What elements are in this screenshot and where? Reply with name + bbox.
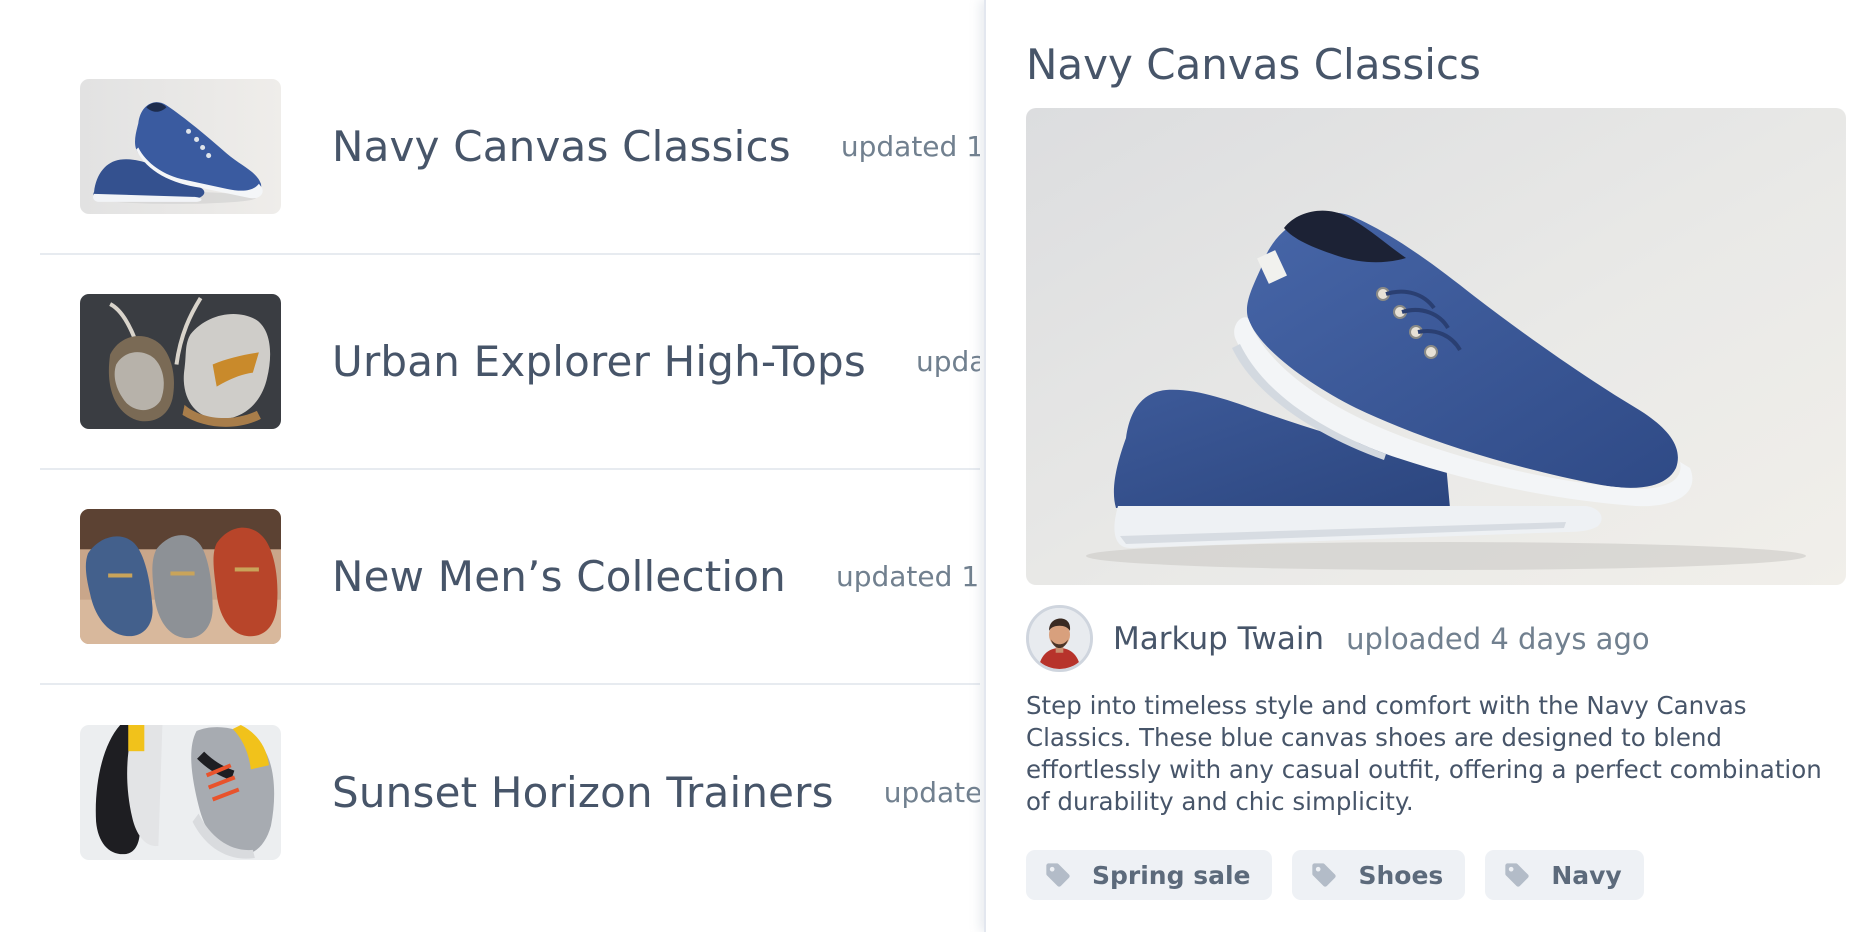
navy-shoe-thumbnail	[80, 79, 281, 214]
item-updated: updated 10 minutes ago	[835, 560, 980, 593]
tag-icon	[1044, 861, 1072, 889]
trainers-thumbnail	[80, 725, 281, 860]
author-info: Markup Twain uploaded 4 days ago	[1026, 605, 1650, 672]
tag-list: Spring sale Shoes Navy	[1026, 850, 1644, 900]
product-list: Navy Canvas Classics updated 10 minutes …	[40, 40, 980, 900]
product-hero-image	[1026, 108, 1846, 585]
item-title: New Men’s Collection	[332, 552, 786, 601]
tag-spring-sale[interactable]: Spring sale	[1026, 850, 1273, 900]
detail-title: Navy Canvas Classics	[1026, 40, 1481, 89]
tag-label: Navy	[1551, 860, 1622, 890]
detail-panel: Navy Canvas Classics Markup Twain upload…	[984, 0, 1874, 932]
loafers-thumbnail	[80, 509, 281, 644]
item-title: Navy Canvas Classics	[332, 122, 791, 171]
app: Navy Canvas Classics updated 10 minutes …	[0, 0, 1874, 932]
tag-icon	[1310, 861, 1338, 889]
author-name[interactable]: Markup Twain	[1113, 621, 1324, 657]
high-top-thumbnail	[80, 294, 281, 429]
tag-navy[interactable]: Navy	[1485, 850, 1644, 900]
user-avatar[interactable]	[1026, 605, 1093, 672]
product-description: Step into timeless style and comfort wit…	[1026, 691, 1822, 816]
list-item[interactable]: New Men’s Collection updated 10 minutes …	[40, 470, 980, 685]
tag-icon	[1503, 861, 1531, 889]
upload-time: uploaded 4 days ago	[1346, 621, 1650, 656]
list-item[interactable]: Urban Explorer High-Tops updated 10 minu…	[40, 255, 980, 470]
item-updated: updated 10 minutes ago	[883, 776, 980, 809]
tag-label: Shoes	[1358, 860, 1444, 890]
item-title: Sunset Horizon Trainers	[332, 768, 834, 817]
list-item[interactable]: Sunset Horizon Trainers updated 10 minut…	[40, 685, 980, 900]
item-title: Urban Explorer High-Tops	[332, 337, 866, 386]
item-updated: updated 10 minutes ago	[840, 130, 980, 163]
tag-shoes[interactable]: Shoes	[1292, 850, 1466, 900]
tag-label: Spring sale	[1092, 860, 1251, 890]
item-updated: updated 10 minutes ago	[915, 345, 980, 378]
list-item[interactable]: Navy Canvas Classics updated 10 minutes …	[40, 40, 980, 255]
